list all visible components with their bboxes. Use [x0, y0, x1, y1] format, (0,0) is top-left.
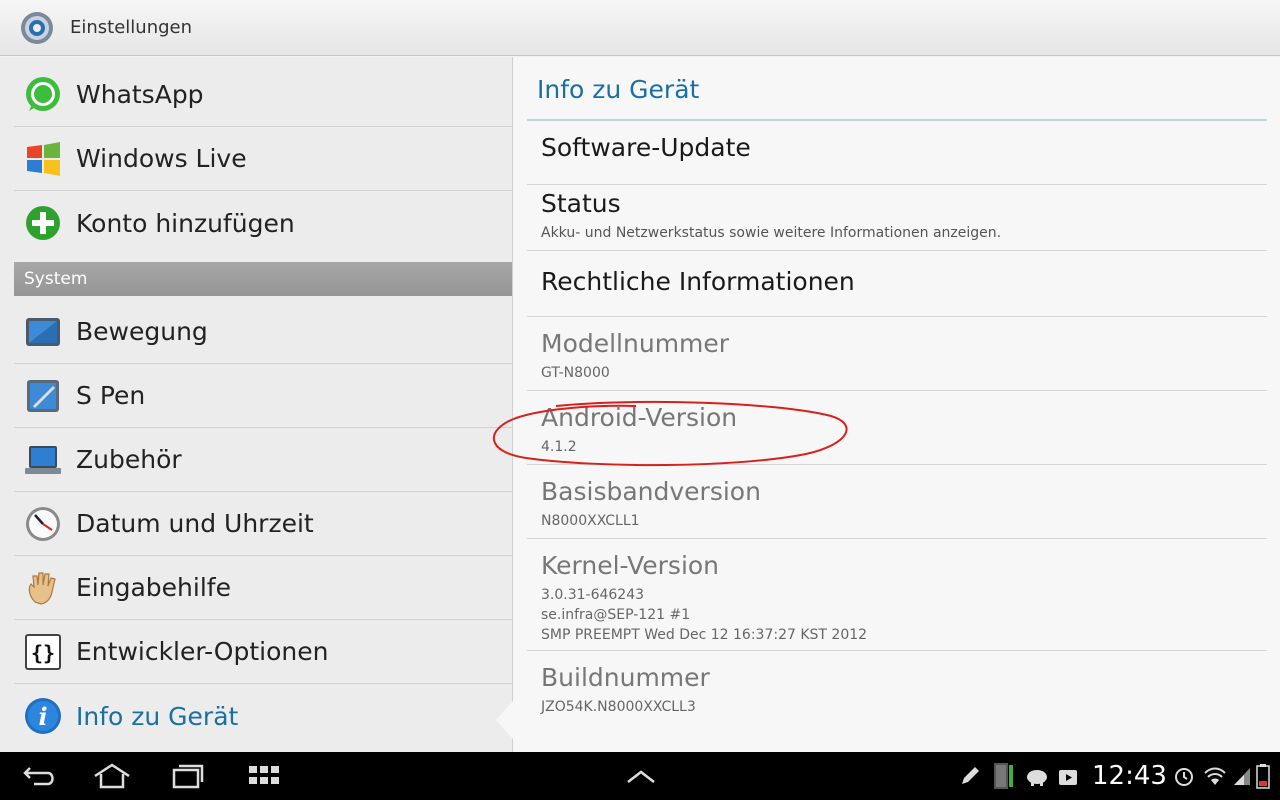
back-icon[interactable] — [20, 760, 60, 792]
home-icon[interactable] — [92, 760, 132, 792]
item-title: Buildnummer — [541, 663, 710, 692]
item-title: Modellnummer — [541, 329, 730, 358]
notes-icon — [990, 760, 1016, 792]
app-title: Einstellungen — [70, 17, 193, 38]
developer-braces-icon: {} — [22, 631, 64, 673]
kernel-version-item: Kernel-Version 3.0.31-646243 se.infra@SE… — [527, 539, 1267, 651]
menu-item-label: S Pen — [76, 381, 146, 410]
piggy-bank-icon — [1024, 760, 1050, 792]
pen-icon — [958, 760, 982, 792]
menu-item-whatsapp[interactable]: WhatsApp — [14, 63, 512, 127]
battery-icon — [1254, 760, 1272, 792]
section-header-system: System — [14, 262, 512, 296]
build-number-item: Buildnummer JZO54K.N8000XXCLL3 — [527, 651, 1267, 725]
settings-gear-icon[interactable] — [18, 9, 56, 47]
status-item[interactable]: Status Akku- und Netzwerkstatus sowie we… — [527, 185, 1267, 251]
item-title: Rechtliche Informationen — [541, 267, 855, 296]
menu-item-date-time[interactable]: Datum und Uhrzeit — [14, 492, 512, 556]
settings-menu: WhatsApp Windows Live Konto hinzufügen S… — [0, 57, 512, 752]
item-value: N8000XXCLL1 — [541, 513, 640, 529]
svg-text:{}: {} — [31, 641, 55, 665]
menu-item-accessory[interactable]: Zubehör — [14, 428, 512, 492]
annotation-ellipse — [493, 400, 848, 467]
windows-live-icon — [22, 138, 64, 180]
item-value: GT-N8000 — [541, 365, 610, 381]
item-title: Basisbandversion — [541, 477, 761, 506]
item-value-line-1: 3.0.31-646243 — [541, 587, 645, 603]
menu-item-label: Windows Live — [76, 144, 247, 173]
menu-item-windows-live[interactable]: Windows Live — [14, 127, 512, 191]
chevron-up-icon[interactable] — [624, 760, 658, 792]
menu-item-add-account[interactable]: Konto hinzufügen — [14, 191, 512, 255]
clock-time: 12:43 — [1092, 761, 1167, 791]
alarm-icon — [1172, 760, 1196, 792]
motion-icon — [22, 311, 64, 353]
selection-pointer — [496, 700, 514, 740]
item-title: Status — [541, 189, 621, 218]
item-value-line-2: se.infra@SEP-121 #1 — [541, 607, 691, 623]
whatsapp-icon — [22, 74, 64, 116]
menu-item-label: Datum und Uhrzeit — [76, 509, 314, 538]
model-number-item: Modellnummer GT-N8000 — [527, 317, 1267, 391]
menu-item-label: Eingabehilfe — [76, 573, 231, 602]
software-update-item[interactable]: Software-Update — [527, 121, 1267, 185]
menu-item-device-info[interactable]: i Info zu Gerät — [14, 684, 512, 748]
item-value: JZO54K.N8000XXCLL3 — [541, 699, 696, 715]
title-bar: Einstellungen — [0, 0, 1280, 56]
wifi-icon — [1202, 760, 1228, 792]
menu-item-label: Bewegung — [76, 317, 208, 346]
menu-item-accessibility[interactable]: Eingabehilfe — [14, 556, 512, 620]
menu-item-label: WhatsApp — [76, 80, 204, 109]
menu-item-developer-options[interactable]: {} Entwickler-Optionen — [14, 620, 512, 684]
item-summary: Akku- und Netzwerkstatus sowie weitere I… — [541, 225, 1002, 241]
menu-item-label: Konto hinzufügen — [76, 208, 295, 238]
menu-item-label: Entwickler-Optionen — [76, 637, 329, 666]
menu-item-label: Info zu Gerät — [76, 701, 239, 731]
apps-grid-icon[interactable] — [246, 760, 282, 792]
system-bar: 12:43 — [0, 752, 1280, 800]
baseband-version-item: Basisbandversion N8000XXCLL1 — [527, 465, 1267, 539]
recent-apps-icon[interactable] — [168, 760, 208, 792]
hand-icon — [22, 567, 64, 609]
item-value-line-3: SMP PREEMPT Wed Dec 12 16:37:27 KST 2012 — [541, 627, 868, 643]
svg-text:i: i — [38, 702, 47, 731]
info-icon: i — [22, 695, 64, 737]
clock-icon — [22, 503, 64, 545]
add-account-icon — [22, 202, 64, 244]
menu-item-s-pen[interactable]: S Pen — [14, 364, 512, 428]
menu-item-label: Zubehör — [76, 445, 182, 474]
detail-header: Info zu Gerät — [537, 75, 700, 104]
legal-info-item[interactable]: Rechtliche Informationen — [527, 251, 1267, 317]
menu-item-motion[interactable]: Bewegung — [14, 300, 512, 364]
s-pen-icon — [22, 375, 64, 417]
accessory-icon — [22, 439, 64, 481]
item-title: Software-Update — [541, 133, 751, 162]
signal-icon — [1232, 760, 1252, 792]
play-store-icon — [1056, 760, 1080, 792]
item-title: Kernel-Version — [541, 551, 720, 580]
